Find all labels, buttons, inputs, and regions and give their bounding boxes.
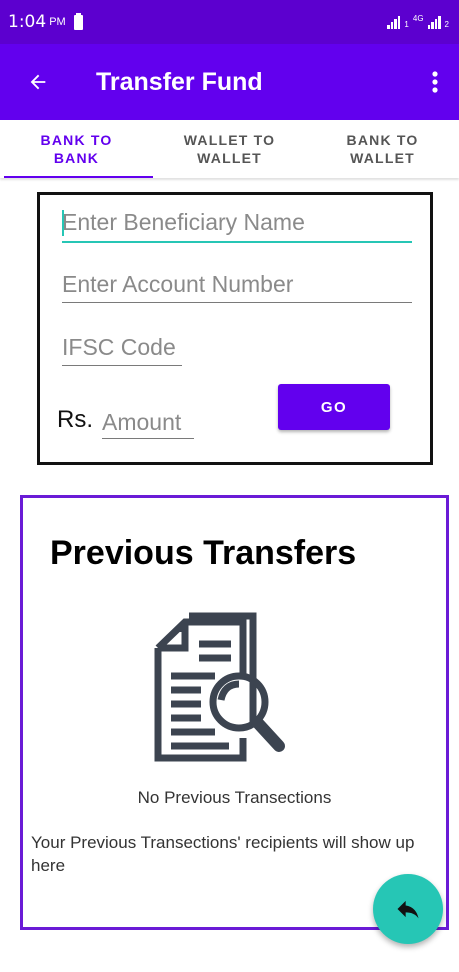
account-number-input[interactable]: Enter Account Number (62, 269, 412, 299)
signal-indicators: 1 4G 2 (387, 15, 449, 29)
transfer-form: Enter Beneficiary Name Enter Account Num… (37, 192, 433, 465)
arrow-left-icon (30, 74, 46, 90)
network-type-label: 4G (412, 14, 424, 23)
overflow-menu-button[interactable] (411, 44, 459, 120)
status-time: 1:04 (8, 12, 47, 32)
tab-bank-to-wallet[interactable]: BANK TO WALLET (306, 120, 459, 178)
sim2-label: 2 (444, 20, 449, 29)
account-number-underline (62, 302, 412, 303)
status-ampm: PM (49, 16, 66, 28)
tab-wallet-to-wallet[interactable]: WALLET TO WALLET (153, 120, 306, 178)
tab-bank-to-bank[interactable]: BANK TO BANK (0, 120, 153, 178)
reply-fab-button[interactable] (373, 874, 443, 944)
ifsc-code-underline (62, 365, 182, 366)
battery-icon (73, 12, 83, 30)
currency-label: Rs. (57, 406, 93, 433)
app-bar: Transfer Fund (0, 44, 459, 120)
previous-transfers-title: Previous Transfers (50, 534, 357, 572)
text-cursor (62, 210, 64, 236)
amount-input[interactable]: Amount (102, 407, 194, 437)
tab-label: BANK TO WALLET (346, 132, 419, 166)
reply-icon (397, 900, 419, 919)
tab-bar: BANK TO BANK WALLET TO WALLET BANK TO WA… (0, 120, 459, 178)
sim1-label: 1 (404, 20, 409, 29)
tab-label: WALLET TO WALLET (183, 132, 276, 166)
tab-label: BANK TO BANK (40, 132, 113, 166)
empty-state-title: No Previous Transections (137, 788, 332, 807)
go-button[interactable]: GO (278, 384, 390, 430)
amount-underline (102, 438, 194, 439)
more-vert-icon (432, 71, 438, 93)
back-button[interactable] (0, 44, 76, 120)
empty-state-note: Your Previous Transections' recipients w… (31, 833, 415, 875)
signal-icon-sim1 (387, 15, 401, 29)
beneficiary-name-input[interactable]: Enter Beneficiary Name (62, 207, 412, 237)
document-search-icon (154, 612, 285, 762)
signal-icon-sim2 (427, 15, 441, 29)
ifsc-code-input[interactable]: IFSC Code (62, 332, 182, 362)
beneficiary-name-underline (62, 241, 412, 243)
previous-transfers-card: Previous Transfers No Previous Transecti… (20, 495, 449, 930)
page-title: Transfer Fund (96, 67, 263, 96)
status-bar: 1:04 PM 1 4G 2 (0, 0, 459, 44)
